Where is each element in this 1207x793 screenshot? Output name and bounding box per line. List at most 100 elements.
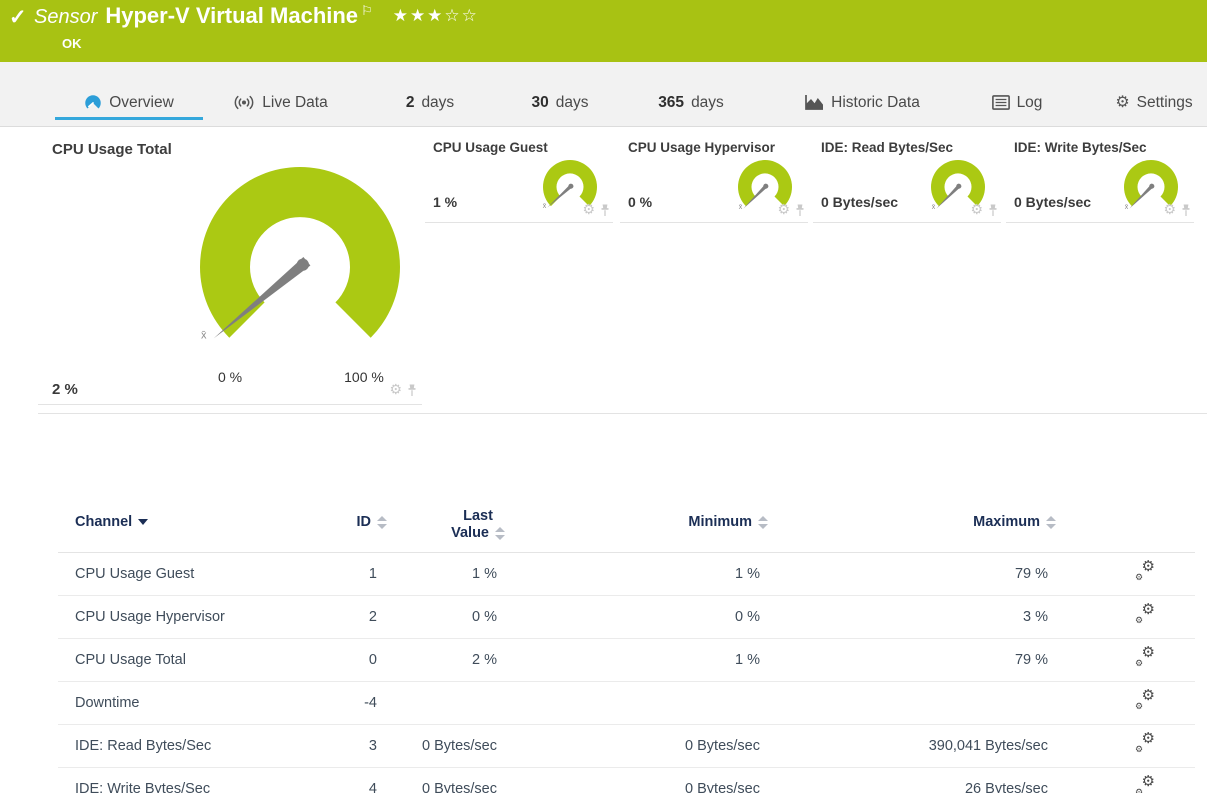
cell-maximum: 79 % [768,552,1056,596]
priority-stars[interactable]: ★★★☆☆ [393,6,479,25]
cell-id: 1 [325,552,387,596]
gear-icon[interactable]: ⚙ [970,201,983,219]
channel-table: Channel ID Last Value Minimum Maximum CP… [58,414,1195,793]
channel-settings-gears-icon[interactable]: ⚙ ⚙ [1135,645,1155,668]
pin-icon[interactable] [407,384,417,397]
gauge-panel-cpu-usage-total: CPU Usage Total x̄ 0 % 100 % 2 % ⚙ [38,128,422,405]
column-header-id[interactable]: ID [325,414,387,553]
svg-text:x̄: x̄ [1125,204,1129,211]
tab-live-data[interactable]: Live Data [218,85,343,120]
historic-data-icon [804,94,824,111]
gauge-chart: x̄ [185,152,415,387]
tab-30-days[interactable]: 30 days [518,85,602,120]
tab-settings[interactable]: ⚙ Settings [1108,85,1200,120]
channel-settings-gears-icon[interactable]: ⚙ ⚙ [1135,559,1155,582]
channel-settings-gears-icon[interactable]: ⚙ ⚙ [1135,602,1155,625]
cell-maximum [768,681,1056,725]
sort-caret-icon [138,519,149,525]
gear-icon[interactable]: ⚙ [389,381,402,399]
gear-icon[interactable]: ⚙ [1163,201,1176,219]
gauge-value: 0 % [628,194,653,210]
cell-last-value [387,681,505,725]
cell-id: 2 [325,595,387,639]
cell-channel: CPU Usage Hypervisor [58,595,325,639]
tab-historic-data[interactable]: Historic Data [788,85,936,120]
table-row: CPU Usage Total 0 2 % 1 % 79 % ⚙ ⚙ [58,638,1195,682]
column-header-last-value[interactable]: Last Value [387,414,505,553]
cell-minimum: 0 % [505,595,768,639]
table-row: IDE: Read Bytes/Sec 3 0 Bytes/sec 0 Bytes/s… [58,724,1195,768]
cell-last-value: 2 % [387,638,505,682]
cell-id: -4 [325,681,387,725]
cell-minimum: 1 % [505,638,768,682]
cell-minimum [505,681,768,725]
tab-2-days[interactable]: 2 days [390,85,470,120]
cell-maximum: 3 % [768,595,1056,639]
tab-log[interactable]: Log [982,85,1052,120]
column-header-actions [1056,414,1195,553]
cell-minimum: 0 Bytes/sec [505,724,768,768]
gauge-value: 0 Bytes/sec [1014,194,1092,210]
sort-arrows-icon [1046,515,1056,529]
column-header-minimum[interactable]: Minimum [505,414,768,553]
column-header-channel[interactable]: Channel [58,414,325,553]
status-badge: OK [62,36,82,51]
sensor-name: Hyper-V Virtual Machine [105,3,359,28]
cell-maximum: 79 % [768,638,1056,682]
tab-bar: Overview Live Data 2 days 30 days 365 days Histo… [0,62,1207,127]
channel-table-section: Channel ID Last Value Minimum Maximum CP… [38,413,1207,793]
channel-settings-gears-icon[interactable]: ⚙ ⚙ [1135,731,1155,754]
log-icon [991,95,1010,110]
tab-overview[interactable]: Overview [55,85,203,120]
gauge-value: 0 Bytes/sec [821,194,899,210]
tab-365-days[interactable]: 365 days [645,85,737,120]
column-header-maximum[interactable]: Maximum [768,414,1056,553]
svg-text:x̄: x̄ [739,204,743,211]
gauge-value: 2 % [52,381,78,398]
table-row: IDE: Write Bytes/Sec 4 0 Bytes/sec 0 Bytes/… [58,767,1195,793]
table-row: CPU Usage Guest 1 1 % 1 % 79 % ⚙ ⚙ [58,552,1195,596]
gauge-icon [84,94,102,112]
flag-icon: ⚐ [361,3,373,18]
svg-text:x̄: x̄ [932,204,936,211]
gauge-panel-ide-write-bytes-sec: IDE: Write Bytes/Sec x̄ 0 Bytes/sec ⚙ [1006,128,1194,223]
svg-text:x̄: x̄ [201,330,207,342]
pin-icon[interactable] [988,204,998,217]
channel-table-header-row: Channel ID Last Value Minimum Maximum [58,414,1195,553]
cell-maximum: 390,041 Bytes/sec [768,724,1056,768]
pin-icon[interactable] [1181,204,1191,217]
cell-id: 4 [325,767,387,793]
cell-last-value: 0 Bytes/sec [387,724,505,768]
table-row: CPU Usage Hypervisor 2 0 % 0 % 3 % ⚙ ⚙ [58,595,1195,639]
gauge-scale-min-label: 0 % [217,369,243,385]
cell-channel: CPU Usage Total [58,638,325,682]
gauge-title: CPU Usage Hypervisor [628,140,776,155]
gear-icon[interactable]: ⚙ [582,201,595,219]
settings-gear-icon: ⚙ [1115,93,1130,111]
gauge-panel-cpu-usage-hypervisor: CPU Usage Hypervisor x̄ 0 % ⚙ [620,128,808,223]
cell-channel: IDE: Read Bytes/Sec [58,724,325,768]
gauge-title: IDE: Read Bytes/Sec [821,140,954,155]
gauge-title: CPU Usage Total [52,141,172,158]
gauge-title: CPU Usage Guest [433,140,548,155]
cell-channel: IDE: Write Bytes/Sec [58,767,325,793]
cell-channel: Downtime [58,681,325,725]
pin-icon[interactable] [600,204,610,217]
check-icon: ✓ [9,6,27,29]
sensor-type-label: Sensor [34,6,98,28]
channel-settings-gears-icon[interactable]: ⚙ ⚙ [1135,688,1155,711]
prtg-sensor-page: ✓ Sensor Hyper-V Virtual Machine ⚐ ★★★☆☆ OK… [0,0,1207,793]
live-data-icon [233,95,255,110]
pin-icon[interactable] [795,204,805,217]
cell-maximum: 26 Bytes/sec [768,767,1056,793]
sort-arrows-icon [377,515,387,529]
cell-minimum: 0 Bytes/sec [505,767,768,793]
gauge-value: 1 % [433,194,458,210]
gear-icon[interactable]: ⚙ [777,201,790,219]
gauge-scale-max-label: 100 % [344,369,384,385]
sensor-header: ✓ Sensor Hyper-V Virtual Machine ⚐ ★★★☆☆ OK [0,0,1207,62]
cell-last-value: 0 Bytes/sec [387,767,505,793]
channel-settings-gears-icon[interactable]: ⚙ ⚙ [1135,774,1155,793]
cell-id: 0 [325,638,387,682]
svg-text:x̄: x̄ [543,203,547,210]
